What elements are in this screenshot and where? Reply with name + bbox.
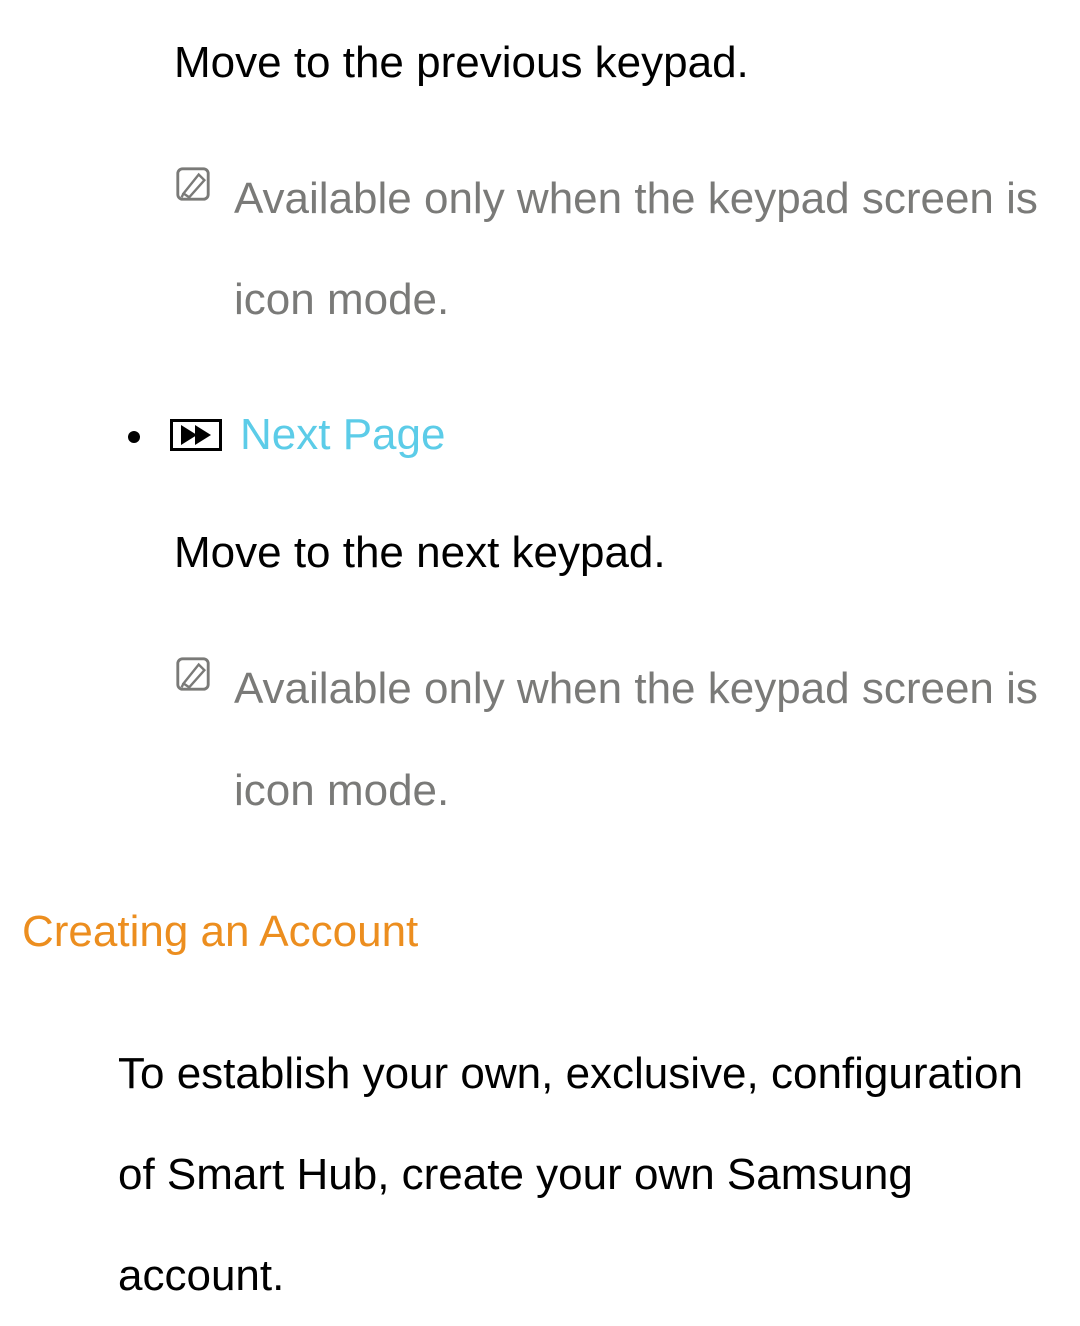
- next-page-label: Next Page: [240, 402, 445, 468]
- prev-description: Move to the previous keypad.: [22, 30, 1058, 96]
- next-description: Move to the next keypad.: [22, 520, 1058, 586]
- fast-forward-icon: [170, 419, 222, 451]
- note-icon: [174, 646, 212, 712]
- next-note-block: Available only when the keypad screen is…: [22, 638, 1058, 840]
- section-body: To establish your own, exclusive, config…: [22, 1023, 1058, 1326]
- next-page-bullet-row: Next Page: [22, 402, 1058, 468]
- bullet-icon: [128, 431, 140, 443]
- next-note-text: Available only when the keypad screen is…: [234, 638, 1058, 840]
- prev-note-block: Available only when the keypad screen is…: [22, 148, 1058, 350]
- note-icon: [174, 156, 212, 222]
- section-heading: Creating an Account: [22, 899, 1058, 965]
- prev-note-text: Available only when the keypad screen is…: [234, 148, 1058, 350]
